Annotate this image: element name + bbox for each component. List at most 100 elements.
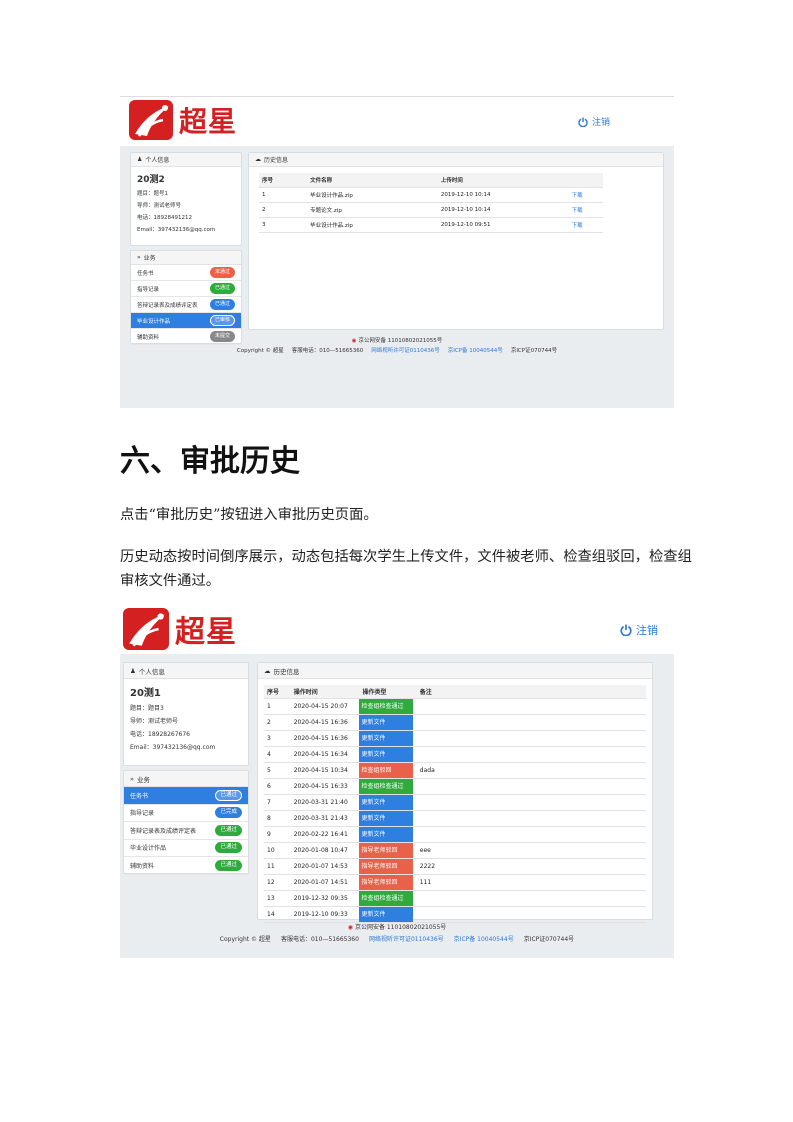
cloud-icon: ☁ [255,156,261,163]
business-item-1[interactable]: 任务书 已通过 [124,787,248,805]
file-name: 毕业设计作品.zip [307,187,438,203]
operation-type-cell: 更新文件 [359,906,417,923]
business-item-1[interactable]: 任务书 未通过 [131,265,241,281]
profile-panel-title: 个人信息 [138,667,165,676]
row-number: 14 [264,906,291,923]
row-number: 1 [259,187,308,203]
business-panel-title: 业务 [136,775,150,784]
row-number: 10 [264,842,291,859]
business-panel-header: » 业务 [124,771,248,787]
section-title: 六、审批历史 [120,444,300,479]
operation-type-badge: 检查组驳回 [359,763,414,778]
footer-license-link[interactable]: 网络视听许可证0110436号 [369,934,444,946]
status-badge: 已通过 [215,859,242,871]
row-number: 13 [264,890,291,907]
row-number: 5 [264,762,291,779]
history-panel: ☁ 历史信息 序号 文件名称 上传时间 1 毕业设计作品.zip 2019-12-10 1… [248,152,664,330]
operation-type-cell: 检查组检查通过 [359,698,417,715]
operation-type-badge: 更新文件 [359,907,414,922]
status-badge: 已通过 [215,824,242,836]
operation-type-badge: 检查组检查通过 [359,779,414,794]
student-name: 20测2 [137,175,165,185]
business-item-2[interactable]: 指导记录 已通过 [131,281,241,297]
row-number: 11 [264,858,291,875]
brand-logo[interactable]: 超星 [123,607,237,651]
site-header: 超星 注销 [120,96,674,146]
logout-button[interactable]: 注销 [620,622,658,638]
footer-icp-record[interactable]: 京公网安备 11010802021055号 [359,336,443,346]
page-body: ♟ 个人信息 20测1 题目：题目3 导师：测试老师号 电话：1892826767… [120,654,674,958]
row-number: 2 [259,202,308,218]
row-number: 7 [264,794,291,811]
download-link[interactable]: 下载 [568,187,603,203]
footer-icp-link[interactable]: 京ICP备 10040544号 [454,934,514,946]
logout-button[interactable]: 注销 [578,115,610,128]
operation-time: 2020-04-15 10:34 [290,762,360,779]
student-name: 20测1 [130,688,161,699]
status-badge: 已完成 [215,807,242,819]
operation-time: 2020-04-15 16:36 [290,714,360,731]
business-item-label: 毕业设计作品 [130,845,167,853]
operation-type-cell: 更新文件 [359,810,417,827]
table-row: 10 2020-01-08 10:47 指导老师驳回 eee [264,842,646,859]
operation-type-cell: 检查组检查通过 [359,890,417,907]
site-header: 超星 注销 [120,602,674,654]
operation-type-badge: 更新文件 [359,731,414,746]
profile-panel-header: ♟ 个人信息 [131,153,241,167]
operation-time: 2020-04-15 16:34 [290,746,360,763]
business-item-label: 指导记录 [130,810,155,818]
remark: 111 [416,874,646,891]
profile-phone: 电话：18928267676 [130,731,190,738]
status-badge: 已通过 [209,283,235,294]
user-icon: ♟ [130,666,136,675]
business-item-3[interactable]: 答辩记录表及成绩评定表 已通过 [131,297,241,313]
remark [416,906,646,923]
operation-time: 2019-12-10 09:33 [290,906,360,923]
row-number: 9 [264,826,291,843]
history-table: 序号 操作时间 操作类型 备注 1 2020-04-15 20:07 检查组检查通过 2 20… [264,685,646,923]
row-number: 6 [264,778,291,795]
table-row: 2 专题论文.zip 2019-12-10 10:14 下载 [259,202,603,218]
column-header: 备注 [416,685,646,699]
profile-panel-title: 个人信息 [145,157,170,164]
profile-advisor: 导师：测试老师号 [130,718,179,725]
file-name: 专题论文.zip [307,202,438,218]
business-item-3[interactable]: 答辩记录表及成绩评定表 已通过 [124,822,248,840]
download-link[interactable]: 下载 [568,202,603,218]
business-item-2[interactable]: 指导记录 已完成 [124,805,248,822]
brand-logo-text: 超星 [179,105,238,138]
footer-icp-record[interactable]: 京公网安备 11010802021055号 [355,922,446,934]
status-badge: 已通过 [209,299,235,310]
footer-security-row: ◉ 京公网安备 11010802021055号 [120,336,674,346]
business-item-5[interactable]: 辅助资料 已通过 [124,857,248,875]
table-row: 1 2020-04-15 20:07 检查组检查通过 [264,698,646,715]
business-panel-title: 业务 [143,255,156,262]
operation-type-badge: 指导老师驳回 [359,875,414,890]
operation-time: 2020-03-31 21:40 [290,794,360,811]
remark [416,794,646,811]
business-item-4[interactable]: 毕业设计作品 已通过 [124,840,248,857]
remark [416,890,646,907]
row-number: 8 [264,810,291,827]
operation-type-cell: 检查组检查通过 [359,778,417,795]
footer-icp-link[interactable]: 京ICP备 10040544号 [448,346,503,356]
operation-type-badge: 更新文件 [359,715,414,730]
download-link[interactable]: 下载 [568,217,603,233]
chevron-right-icon: » [137,254,141,261]
business-panel: » 业务 任务书 未通过 指导记录 已通过 答辩记录表及成绩评定表 已通过 毕业设计作品 已审核… [130,250,242,345]
user-icon: ♟ [137,156,143,163]
history-table: 序号 文件名称 上传时间 1 毕业设计作品.zip 2019-12-10 10:14 下载… [259,173,603,233]
business-item-4[interactable]: 毕业设计作品 已审核 [131,313,241,329]
operation-type-badge: 指导老师驳回 [359,859,414,874]
table-row: 3 2020-04-15 16:36 更新文件 [264,730,646,747]
operation-type-cell: 更新文件 [359,826,417,843]
row-number: 3 [259,217,308,233]
brand-logo[interactable]: 超星 [129,100,237,140]
table-row: 7 2020-03-31 21:40 更新文件 [264,794,646,811]
profile-advisor: 导师：测试老师号 [137,203,182,209]
column-header: 操作时间 [290,685,360,699]
table-row: 3 毕业设计作品.zip 2019-12-10 09:51 下载 [259,217,603,233]
business-item-label: 任务书 [137,270,154,277]
history-panel: ☁ 历史信息 序号 操作时间 操作类型 备注 1 2020-04-15 20:07 检查组检… [257,662,653,923]
footer-license-link[interactable]: 网络视听许可证0110436号 [371,346,440,356]
